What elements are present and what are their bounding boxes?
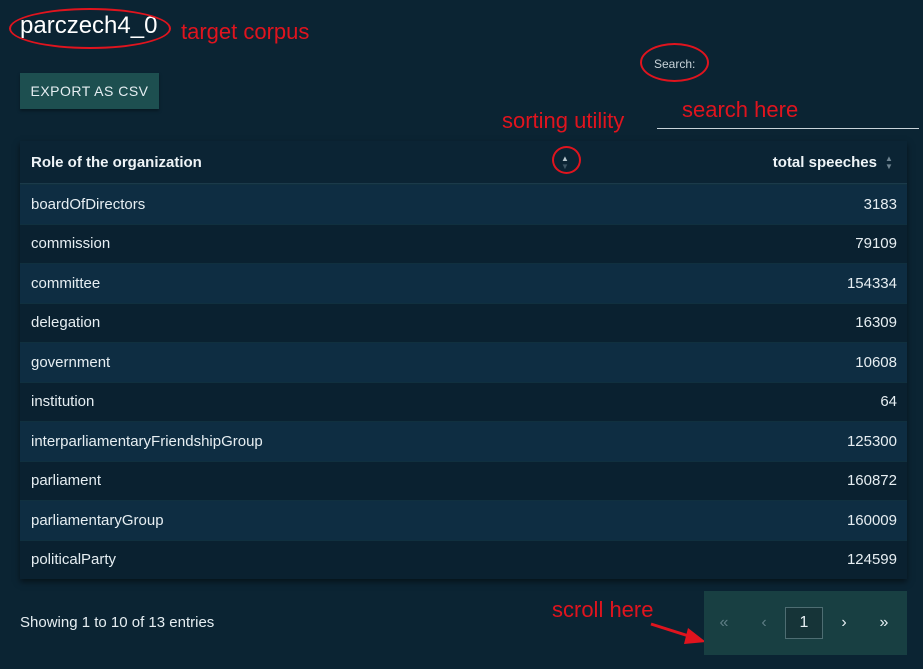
cell-total: 79109 — [855, 235, 897, 253]
table-row: parliamentaryGroup 160009 — [20, 500, 907, 540]
sort-utility-highlight — [552, 146, 581, 174]
last-page-button[interactable]: » — [864, 607, 904, 639]
cell-role: delegation — [31, 314, 101, 332]
cell-total: 160872 — [846, 472, 897, 490]
prev-page-button[interactable]: ‹ — [744, 607, 784, 639]
cell-role: interparliamentaryFriendshipGroup — [31, 432, 263, 450]
sort-total-icon[interactable]: ▲ ▼ — [885, 155, 893, 171]
export-csv-button[interactable]: EXPORT AS CSV — [20, 73, 159, 109]
first-page-button[interactable]: « — [704, 607, 744, 639]
table-row: committee 154334 — [20, 263, 907, 303]
table-row: delegation 16309 — [20, 302, 907, 342]
annotation-arrow-icon — [650, 622, 706, 644]
cell-role: commission — [31, 235, 111, 253]
search-label-highlight — [640, 43, 709, 82]
table-row: institution 64 — [20, 381, 907, 421]
annotation-target-corpus: target corpus — [181, 19, 310, 44]
table-row: interparliamentaryFriendshipGroup 125300 — [20, 421, 907, 461]
column-header-role[interactable]: Role of the organization — [31, 154, 202, 171]
cell-total: 124599 — [846, 551, 897, 569]
annotation-sorting-utility: sorting utility — [502, 108, 625, 133]
cell-role: government — [31, 353, 111, 371]
cell-total: 160009 — [846, 511, 897, 529]
column-header-total[interactable]: total speeches — [773, 154, 877, 171]
table-info: Showing 1 to 10 of 13 entries — [20, 614, 215, 631]
corpus-title-highlight — [9, 8, 171, 49]
table-row: government 10608 — [20, 342, 907, 382]
cell-role: committee — [31, 274, 101, 292]
next-page-button[interactable]: › — [824, 607, 864, 639]
pagination: « ‹ 1 › » — [704, 591, 907, 655]
table-row: politicalParty 124599 — [20, 539, 907, 579]
cell-total: 16309 — [855, 314, 897, 332]
table-row: boardOfDirectors 3183 — [20, 184, 907, 224]
annotation-scroll-here: scroll here — [552, 597, 654, 622]
cell-total: 3183 — [863, 195, 897, 213]
cell-role: institution — [31, 393, 95, 411]
cell-total: 154334 — [846, 274, 897, 292]
table-row: parliament 160872 — [20, 460, 907, 500]
page-1-button[interactable]: 1 — [785, 607, 823, 639]
cell-total: 10608 — [855, 353, 897, 371]
cell-total: 64 — [880, 393, 897, 411]
table-row: commission 79109 — [20, 223, 907, 263]
cell-role: parliament — [31, 472, 102, 490]
sort-desc-icon: ▼ — [885, 162, 893, 171]
cell-role: boardOfDirectors — [31, 195, 146, 213]
data-table: Role of the organization ▲ ▼ total speec… — [20, 141, 907, 579]
cell-role: parliamentaryGroup — [31, 511, 164, 529]
table-header: Role of the organization ▲ ▼ total speec… — [20, 141, 907, 184]
cell-role: politicalParty — [31, 551, 117, 569]
search-input[interactable] — [657, 98, 919, 129]
cell-total: 125300 — [846, 432, 897, 450]
